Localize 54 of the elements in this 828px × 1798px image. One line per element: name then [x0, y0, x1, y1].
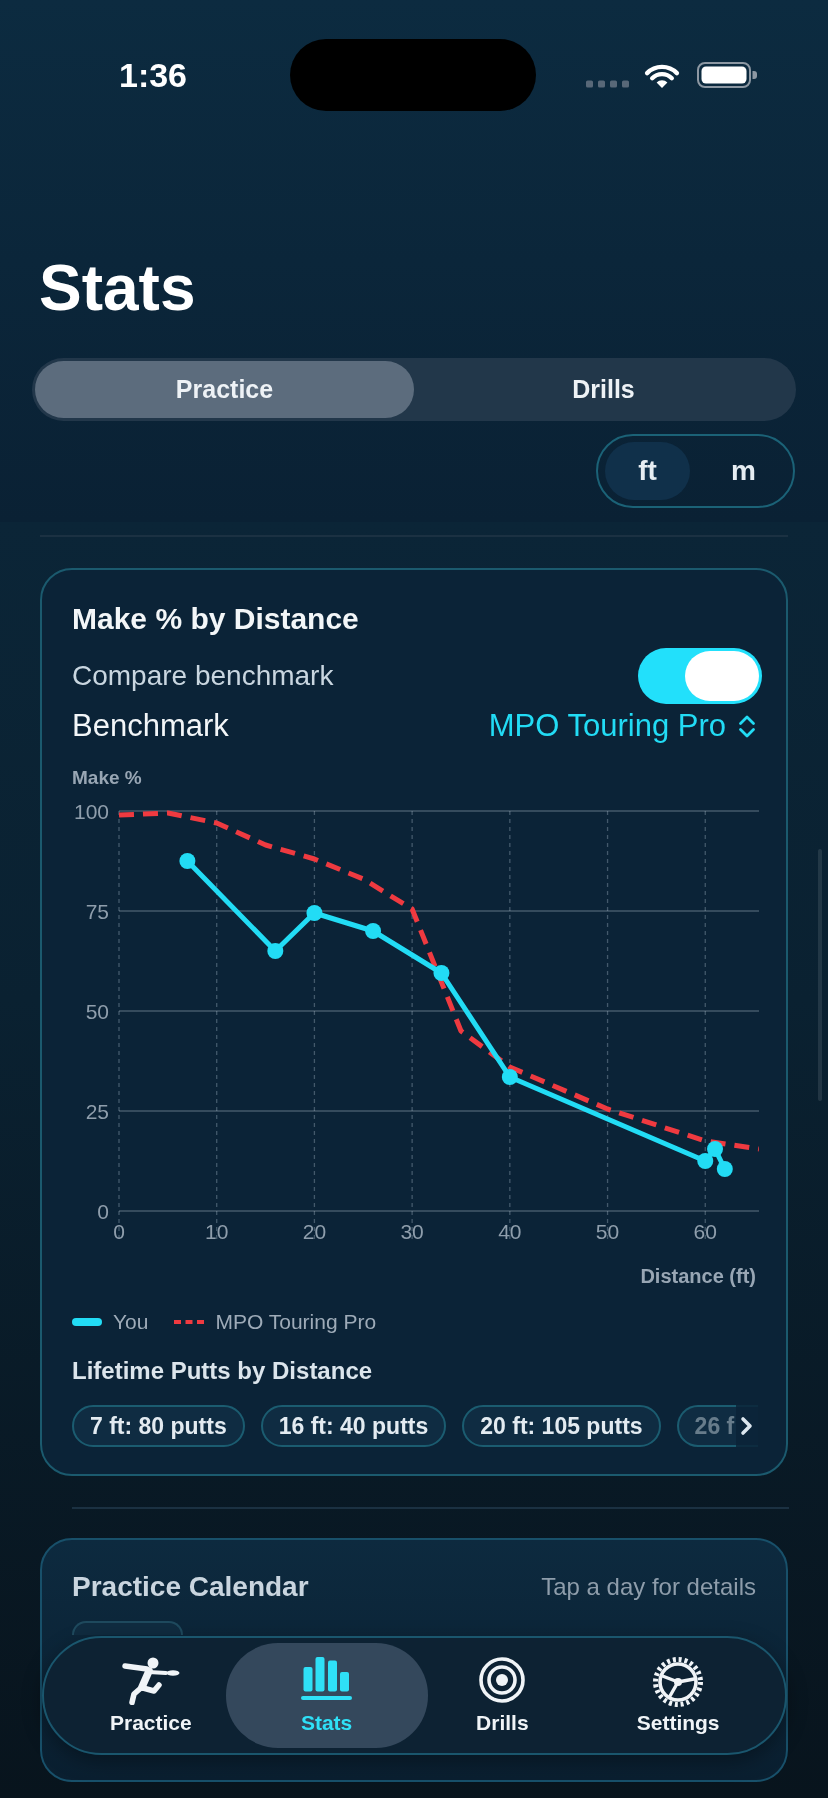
- card-title: Make % by Distance: [72, 601, 359, 637]
- data-point: [716, 1161, 733, 1177]
- data-point: [707, 1141, 724, 1157]
- section-title: Lifetime Putts by Distance: [72, 1356, 373, 1386]
- clock-time: 1:36: [118, 55, 188, 95]
- legend-label: MPO Touring Pro: [215, 1309, 377, 1335]
- axis-tick-label: 100: [73, 799, 109, 823]
- segment-tab[interactable]: Drills: [414, 361, 793, 418]
- distance-chip[interactable]: 7 ft: 80 putts: [72, 1405, 245, 1447]
- benchmark-picker[interactable]: MPO Touring Pro: [488, 706, 756, 746]
- setting-label: Benchmark: [72, 707, 229, 745]
- data-point: [697, 1153, 714, 1169]
- segment-tab[interactable]: Practice: [35, 361, 414, 418]
- nav-tab[interactable]: Stats: [225, 1643, 428, 1748]
- battery-icon: [697, 62, 757, 88]
- data-point: [267, 943, 284, 959]
- signal-icon: [586, 80, 629, 88]
- axis-tick-label: 10: [205, 1220, 229, 1243]
- axis-tick-label: 75: [85, 899, 109, 923]
- nav-tab[interactable]: Drills: [468, 1643, 537, 1748]
- hint-text: Tap a day for details: [541, 1572, 756, 1602]
- setting-label: Compare benchmark: [72, 659, 334, 693]
- target-icon: [479, 1656, 526, 1703]
- axis-tick-label: 20: [302, 1220, 327, 1243]
- nav-tab[interactable]: Settings: [628, 1643, 728, 1748]
- axis-tick-label: 30: [400, 1220, 424, 1243]
- axis-tick-label: 60: [693, 1220, 717, 1243]
- data-point: [306, 905, 323, 921]
- disc-thrower-icon: [121, 1656, 180, 1705]
- axis-tick-label: 0: [97, 1199, 109, 1223]
- data-point: [179, 853, 196, 869]
- bar-chart-icon: [301, 1656, 353, 1700]
- data-point: [433, 965, 450, 981]
- axis-title: Make %: [72, 766, 142, 790]
- chevron-right-icon[interactable]: [736, 1405, 758, 1447]
- axis-tick-label: 50: [85, 999, 109, 1023]
- unit-option[interactable]: ft: [605, 442, 690, 500]
- nav-tab[interactable]: Practice: [102, 1643, 200, 1748]
- page-title: Stats: [39, 251, 196, 326]
- axis-tick-label: 0: [113, 1220, 125, 1243]
- gear-icon: [653, 1656, 704, 1707]
- data-point: [501, 1069, 518, 1085]
- distance-chip[interactable]: 16 ft: 40 putts: [260, 1405, 447, 1447]
- legend-label: You: [113, 1309, 149, 1335]
- axis-tick-label: 40: [498, 1220, 522, 1243]
- toggle-switch[interactable]: [638, 648, 762, 704]
- axis-tick-label: 25: [85, 1099, 109, 1123]
- unit-option[interactable]: m: [701, 442, 786, 500]
- data-point: [365, 923, 382, 939]
- axis-tick-label: 50: [595, 1220, 620, 1243]
- calendar-day-tile[interactable]: [72, 1621, 183, 1635]
- distance-chip[interactable]: 20 ft: 105 putts: [462, 1405, 661, 1447]
- card-title: Practice Calendar: [72, 1570, 309, 1604]
- axis-title: Distance (ft): [640, 1264, 756, 1289]
